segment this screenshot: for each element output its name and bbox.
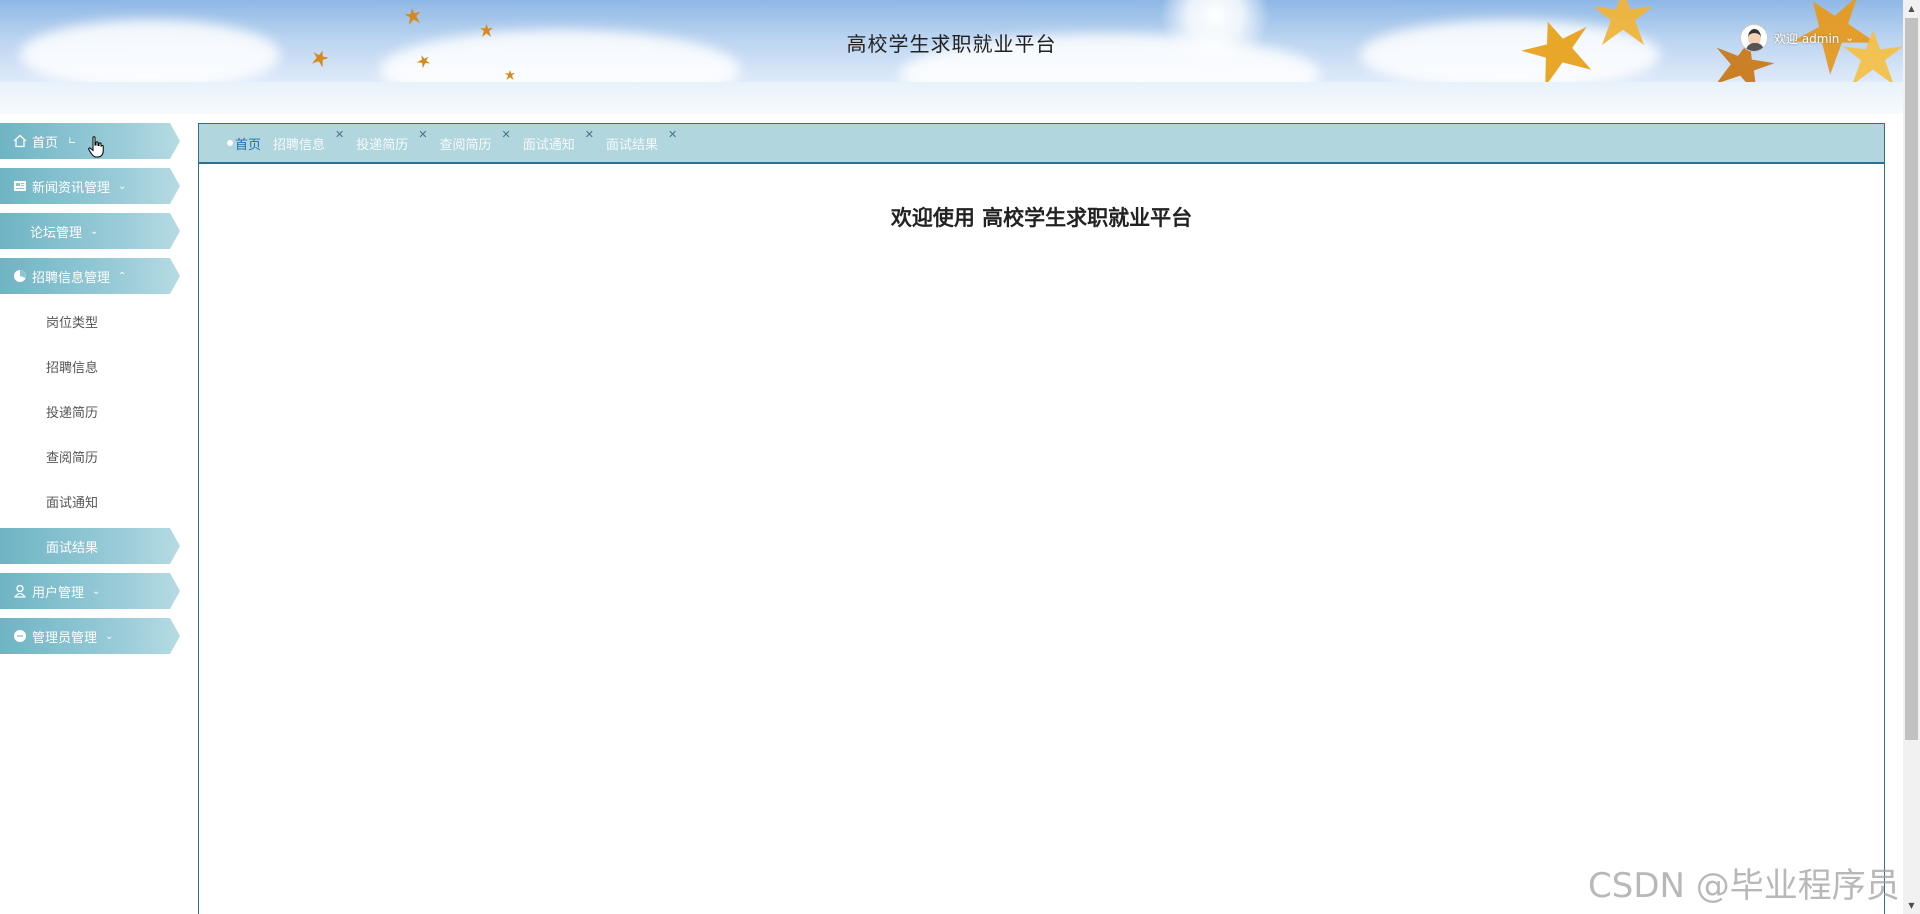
sidebar-item-label: 招聘信息管理 — [32, 270, 111, 286]
sidebar-item-recruitment[interactable]: 招聘信息管理 ⌃ — [0, 258, 180, 294]
app-title: 高校学生求职就业平台 — [846, 32, 1057, 56]
sidebar-subitem-label: 岗位类型 — [46, 315, 99, 331]
sidebar-item-label: 用户管理 — [32, 585, 85, 601]
user-menu[interactable]: 欢迎 admin ⌄ — [1740, 24, 1854, 52]
close-icon[interactable]: ✕ — [585, 128, 594, 141]
chevron-down-icon: ⌄ — [105, 630, 114, 642]
scroll-down-arrow-icon[interactable]: ▼ — [1903, 897, 1920, 914]
home-icon — [12, 133, 28, 149]
sidebar-item-label: 新闻资讯管理 — [32, 180, 111, 196]
page-scrollbar[interactable]: ▲ ▼ — [1903, 0, 1920, 914]
sidebar-subitem-label: 投递简历 — [46, 405, 99, 421]
sidebar-subitem-label: 招聘信息 — [46, 360, 99, 376]
close-icon[interactable]: ✕ — [668, 128, 677, 141]
tab-label: 首页 — [235, 137, 262, 153]
tab-submit-resume[interactable]: 投递简历 ✕ — [356, 128, 427, 153]
welcome-heading: 欢迎使用 高校学生求职就业平台 — [890, 206, 1193, 230]
sidebar-subitem-recruitment-info[interactable]: 招聘信息 — [0, 348, 182, 384]
user-icon — [12, 583, 28, 599]
sidebar-subitem-label: 面试通知 — [46, 495, 99, 511]
avatar[interactable] — [1740, 24, 1768, 52]
chevron-down-icon[interactable]: ⌄ — [1845, 33, 1853, 44]
scroll-thumb[interactable] — [1905, 18, 1918, 740]
close-icon[interactable]: ✕ — [502, 128, 511, 141]
close-icon[interactable]: ✕ — [335, 128, 344, 141]
subheader-strip — [0, 82, 1903, 114]
header-banner: 高校学生求职就业平台 欢迎 admin ⌄ — [0, 0, 1903, 82]
close-icon[interactable]: ✕ — [418, 128, 427, 141]
tab-home[interactable]: 首页 — [227, 134, 261, 153]
hand-cursor-icon — [88, 136, 104, 158]
sidebar-subitem-interview-result[interactable]: 面试结果 — [0, 528, 180, 564]
sidebar-subitem-label: 查阅简历 — [46, 450, 99, 466]
sidebar-item-forum[interactable]: 论坛管理 ⌄ — [0, 213, 180, 249]
tab-interview-notice[interactable]: 面试通知 ✕ — [522, 128, 594, 153]
sidebar: 首页 ∟ 新闻资讯管理 ⌄ 论坛管理 ⌄ 招聘信息管理 ⌃ 岗位类型 招聘信息 … — [0, 123, 182, 663]
sidebar-item-admins[interactable]: 管理员管理 ⌄ — [0, 618, 180, 654]
admin-icon — [12, 628, 28, 644]
active-dot-icon — [227, 139, 233, 146]
tab-interview-result[interactable]: 面试结果 ✕ — [605, 128, 677, 153]
tab-label: 招聘信息 — [273, 137, 326, 153]
chevron-down-icon: ⌄ — [90, 225, 99, 237]
tab-label: 查阅简历 — [439, 137, 492, 153]
tab-review-resume[interactable]: 查阅简历 ✕ — [439, 128, 510, 153]
sidebar-subitem-review-resume[interactable]: 查阅简历 — [0, 438, 182, 474]
user-greeting[interactable]: 欢迎 admin — [1774, 30, 1839, 47]
tab-label: 投递简历 — [356, 137, 409, 153]
news-icon — [12, 178, 28, 194]
sidebar-item-news[interactable]: 新闻资讯管理 ⌄ — [0, 168, 180, 204]
sidebar-subitem-job-type[interactable]: 岗位类型 — [0, 303, 182, 339]
pie-chart-icon — [12, 268, 28, 284]
chevron-down-icon: ⌄ — [92, 585, 101, 597]
main-content: 首页 招聘信息 ✕ 投递简历 ✕ 查阅简历 ✕ 面试通知 ✕ 面试结果 ✕ 欢迎… — [198, 123, 1885, 914]
scroll-up-arrow-icon[interactable]: ▲ — [1903, 0, 1920, 17]
sidebar-subitem-label: 面试结果 — [46, 540, 99, 556]
chevron-down-icon: ⌄ — [118, 180, 127, 192]
chevron-up-icon: ⌃ — [118, 270, 127, 282]
leaf-decoration — [404, 7, 423, 26]
sidebar-item-users[interactable]: 用户管理 ⌄ — [0, 573, 180, 609]
sidebar-item-label: 管理员管理 — [32, 630, 98, 646]
sidebar-subitem-submit-resume[interactable]: 投递简历 — [0, 393, 182, 429]
tab-bar: 首页 招聘信息 ✕ 投递简历 ✕ 查阅简历 ✕ 面试通知 ✕ 面试结果 ✕ — [199, 124, 1884, 164]
sidebar-item-label: 论坛管理 — [30, 225, 83, 241]
home-corner-mark: ∟ — [68, 135, 77, 147]
sidebar-item-label: 首页 — [32, 135, 59, 151]
tab-label: 面试通知 — [522, 137, 575, 153]
sidebar-subitem-interview-notice[interactable]: 面试通知 — [0, 483, 182, 519]
tab-label: 面试结果 — [605, 137, 658, 153]
tab-recruitment-info[interactable]: 招聘信息 ✕ — [273, 128, 344, 153]
watermark: CSDN @毕业程序员 — [1588, 866, 1900, 906]
